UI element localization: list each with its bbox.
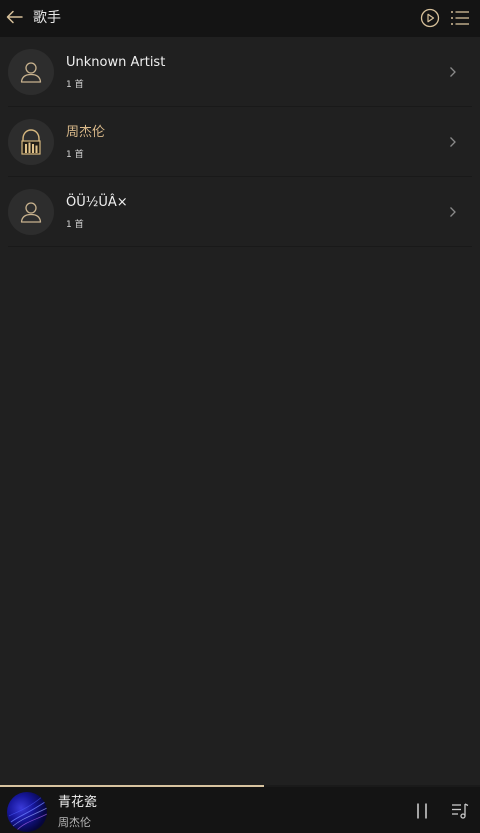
play-circle-icon	[420, 8, 440, 28]
pause-button[interactable]	[410, 800, 434, 822]
chevron-right-icon	[447, 136, 459, 148]
artist-avatar	[8, 119, 54, 165]
now-playing-title: 青花瓷	[58, 795, 98, 810]
artist-row-unknown-artist[interactable]: Unknown Artist 1 首	[0, 37, 480, 107]
mini-player[interactable]: 青花瓷 周杰伦	[0, 787, 480, 833]
play-all-button[interactable]	[419, 7, 441, 29]
artist-row-jay-chou[interactable]: 周杰伦 1 首	[0, 107, 480, 177]
album-art[interactable]	[7, 792, 47, 832]
chevron-right-icon	[447, 206, 459, 218]
artist-name: Unknown Artist	[66, 55, 166, 70]
artists-screen: 歌手 Unknown Artist 1 首 周杰伦 1 首 ÖÜ½ÜÂ× 1 首…	[0, 0, 480, 833]
artist-song-count: 1 首	[66, 220, 84, 230]
back-button[interactable]	[3, 5, 27, 29]
list-menu-icon	[451, 11, 469, 25]
now-playing-artist: 周杰伦	[58, 816, 91, 829]
pause-icon	[417, 803, 427, 819]
artist-name: ÖÜ½ÜÂ×	[66, 195, 128, 210]
artist-avatar	[8, 49, 54, 95]
artist-portrait-icon	[21, 129, 41, 155]
artist-song-count: 1 首	[66, 80, 84, 90]
person-icon	[20, 62, 42, 83]
artist-avatar	[8, 189, 54, 235]
artist-song-count: 1 首	[66, 150, 84, 160]
row-divider	[8, 246, 472, 247]
artist-row-garbled-name[interactable]: ÖÜ½ÜÂ× 1 首	[0, 177, 480, 247]
chevron-right-icon	[447, 66, 459, 78]
artist-name: 周杰伦	[66, 125, 106, 140]
arrow-left-icon	[6, 10, 23, 24]
artist-list: Unknown Artist 1 首 周杰伦 1 首 ÖÜ½ÜÂ× 1 首	[0, 37, 480, 247]
playlist-queue-button[interactable]	[448, 800, 472, 822]
playlist-icon	[452, 803, 469, 819]
person-icon	[20, 202, 42, 223]
page-title: 歌手	[33, 10, 61, 26]
top-bar: 歌手	[0, 0, 480, 37]
list-menu-button[interactable]	[449, 7, 471, 29]
